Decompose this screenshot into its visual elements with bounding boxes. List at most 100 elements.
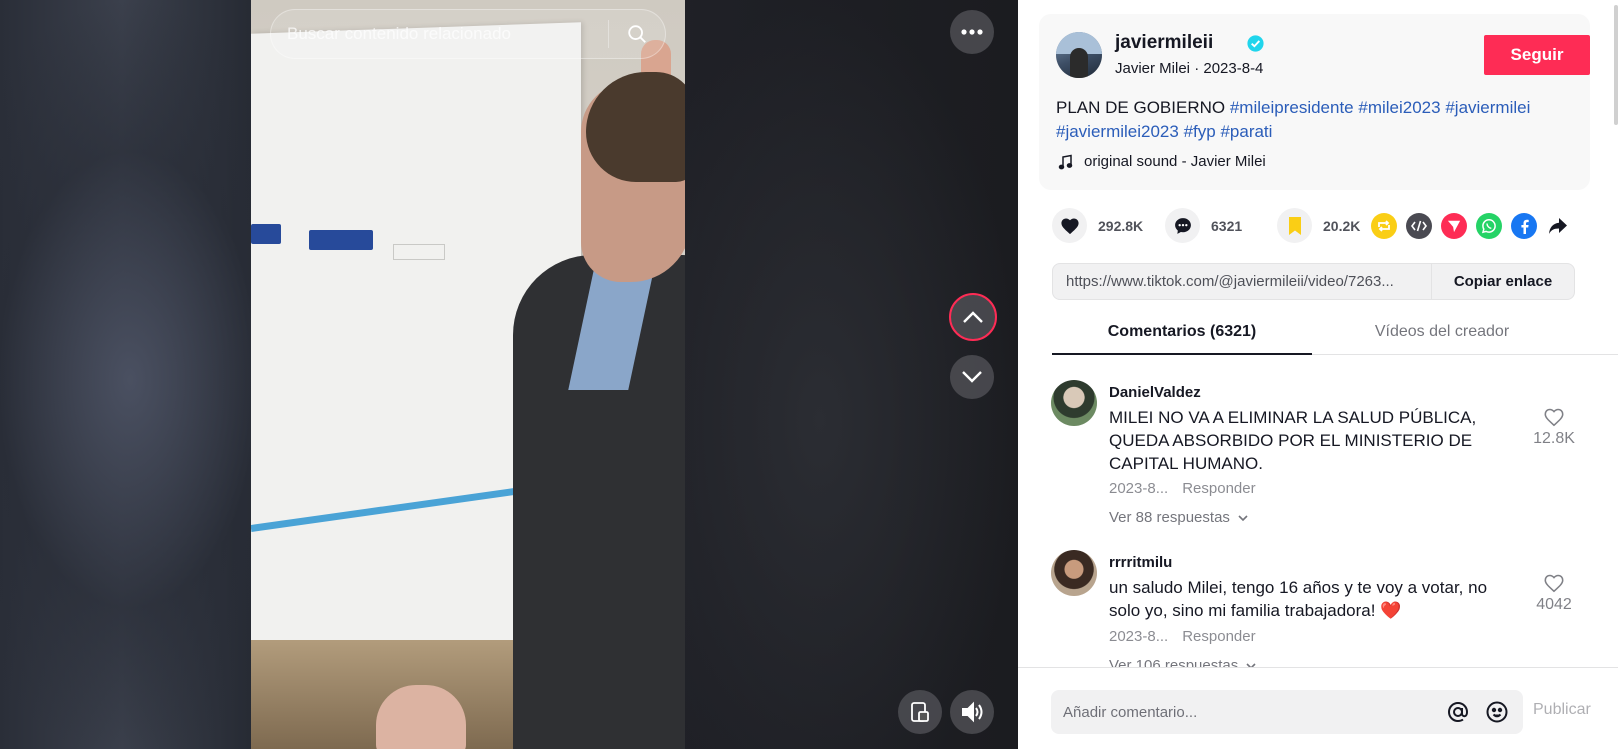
subline-separator: · (1194, 60, 1204, 77)
panel-scrollbar[interactable] (1614, 5, 1618, 125)
comment-like-count: 4042 (1536, 596, 1572, 613)
follow-button[interactable]: Seguir (1484, 35, 1590, 75)
like-action[interactable]: 292.8K (1052, 208, 1143, 243)
sound-link[interactable]: original sound - Javier Milei (1058, 153, 1266, 170)
mini-player-button[interactable] (898, 690, 942, 734)
related-search-bar (270, 9, 666, 59)
send-icon (1447, 220, 1461, 233)
reply-button[interactable]: Responder (1182, 628, 1255, 645)
video-player[interactable] (251, 0, 685, 749)
previous-video-button[interactable] (949, 293, 997, 341)
commenter-avatar[interactable] (1051, 550, 1097, 596)
video-board-tag-middle (309, 230, 373, 250)
whatsapp-share-button[interactable] (1476, 213, 1502, 239)
hashtag-link[interactable]: #javiermilei (1445, 98, 1530, 117)
commenter-username[interactable]: DanielValdez (1109, 384, 1201, 401)
comment-meta: 2023-8... Responder (1109, 480, 1256, 497)
search-button[interactable] (609, 9, 665, 59)
commenter-avatar[interactable] (1051, 380, 1097, 426)
video-board-tag-empty (393, 244, 445, 260)
sound-label: original sound - Javier Milei (1084, 153, 1266, 170)
author-subline: Javier Milei · 2023-8-4 (1115, 60, 1263, 77)
hashtag-link[interactable]: #mileipresidente (1230, 98, 1354, 117)
avatar-figure (1070, 48, 1088, 78)
facebook-share-button[interactable] (1511, 213, 1537, 239)
video-area (0, 0, 1018, 749)
comment-date: 2023-8... (1109, 628, 1169, 645)
music-note-icon (1058, 154, 1073, 169)
chevron-up-icon (963, 311, 983, 323)
comment-tabs: Comentarios (6321) Vídeos del creador (1052, 317, 1618, 355)
heart-emoji: ❤️ (1380, 601, 1402, 620)
comment-bubble-icon (1174, 217, 1191, 234)
embed-button[interactable] (1406, 213, 1432, 239)
repost-button[interactable] (1371, 213, 1397, 239)
embed-icon (1411, 220, 1427, 232)
view-replies-label: Ver 88 respuestas (1109, 509, 1230, 526)
video-board-tag-left (251, 224, 281, 244)
video-caption: PLAN DE GOBIERNO #mileipresidente #milei… (1056, 96, 1576, 144)
comment-meta: 2023-8... Responder (1109, 628, 1256, 645)
heart-icon (1060, 217, 1079, 234)
video-link-box: https://www.tiktok.com/@javiermileii/vid… (1052, 263, 1575, 300)
search-input[interactable] (271, 24, 608, 44)
at-mention-icon (1447, 701, 1469, 723)
volume-icon (962, 701, 983, 723)
search-icon (628, 25, 646, 43)
comment-count: 6321 (1211, 217, 1243, 234)
like-button[interactable] (1052, 208, 1087, 243)
comment-text: MILEI NO VA A ELIMINAR LA SALUD PÚBLICA,… (1109, 408, 1477, 473)
comment-like-button[interactable]: 12.8K (1529, 406, 1579, 448)
tab-creator-videos[interactable]: Vídeos del creador (1312, 317, 1572, 355)
verified-badge-icon (1247, 35, 1264, 52)
author-username[interactable]: javiermileii (1115, 32, 1213, 54)
video-url[interactable]: https://www.tiktok.com/@javiermileii/vid… (1053, 273, 1431, 290)
comment-like-count: 12.8K (1533, 430, 1575, 447)
facebook-icon (1521, 219, 1529, 234)
heart-outline-icon (1544, 408, 1564, 427)
post-date: 2023-8-4 (1203, 60, 1264, 77)
tab-comments[interactable]: Comentarios (6321) (1052, 317, 1312, 355)
reply-button[interactable]: Responder (1182, 480, 1255, 497)
author-display-name: Javier Milei (1115, 60, 1191, 77)
more-dots-icon (961, 29, 983, 35)
chevron-down-icon (962, 371, 982, 383)
send-to-friends-button[interactable] (1441, 213, 1467, 239)
author-avatar[interactable] (1056, 32, 1102, 78)
video-hand (376, 685, 466, 749)
comment-input[interactable] (1051, 703, 1445, 721)
copy-link-button[interactable]: Copiar enlace (1431, 264, 1574, 299)
hashtag-link[interactable]: #parati (1220, 122, 1272, 141)
mini-player-icon (911, 702, 929, 722)
emoji-icon (1486, 701, 1508, 723)
repost-icon (1378, 220, 1390, 232)
more-share-button[interactable] (1545, 213, 1571, 239)
comment-text: un saludo Milei, tengo 16 años y te voy … (1109, 576, 1509, 622)
favorite-count: 20.2K (1323, 217, 1361, 234)
description-card: javiermileii Javier Milei · 2023-8-4 Seg… (1039, 14, 1590, 190)
mention-button[interactable] (1445, 699, 1471, 725)
hashtag-link[interactable]: #milei2023 (1358, 98, 1440, 117)
hashtag-link[interactable]: #javiermilei2023 (1056, 122, 1179, 141)
share-arrow-icon (1549, 218, 1567, 234)
comment-text-body: un saludo Milei, tengo 16 años y te voy … (1109, 578, 1488, 620)
comment-button[interactable] (1165, 208, 1200, 243)
favorite-button[interactable] (1277, 208, 1312, 243)
emoji-button[interactable] (1484, 699, 1510, 725)
comment-action[interactable]: 6321 (1165, 208, 1242, 243)
hashtag-link[interactable]: #fyp (1184, 122, 1216, 141)
publish-button[interactable]: Publicar (1533, 701, 1591, 719)
commenter-username[interactable]: rrrritmilu (1109, 554, 1172, 571)
whatsapp-icon (1481, 219, 1496, 234)
more-options-button[interactable] (950, 10, 994, 54)
favorite-action[interactable]: 20.2K (1277, 208, 1360, 243)
comment-like-button[interactable]: 4042 (1529, 572, 1579, 614)
like-count: 292.8K (1098, 217, 1144, 234)
side-panel: javiermileii Javier Milei · 2023-8-4 Seg… (1018, 0, 1618, 749)
view-replies-button[interactable]: Ver 88 respuestas (1109, 509, 1250, 526)
caption-text: PLAN DE GOBIERNO (1056, 98, 1226, 117)
volume-button[interactable] (950, 690, 994, 734)
comment-composer: Publicar (1018, 667, 1618, 749)
next-video-button[interactable] (950, 355, 994, 399)
bookmark-icon (1288, 216, 1301, 235)
